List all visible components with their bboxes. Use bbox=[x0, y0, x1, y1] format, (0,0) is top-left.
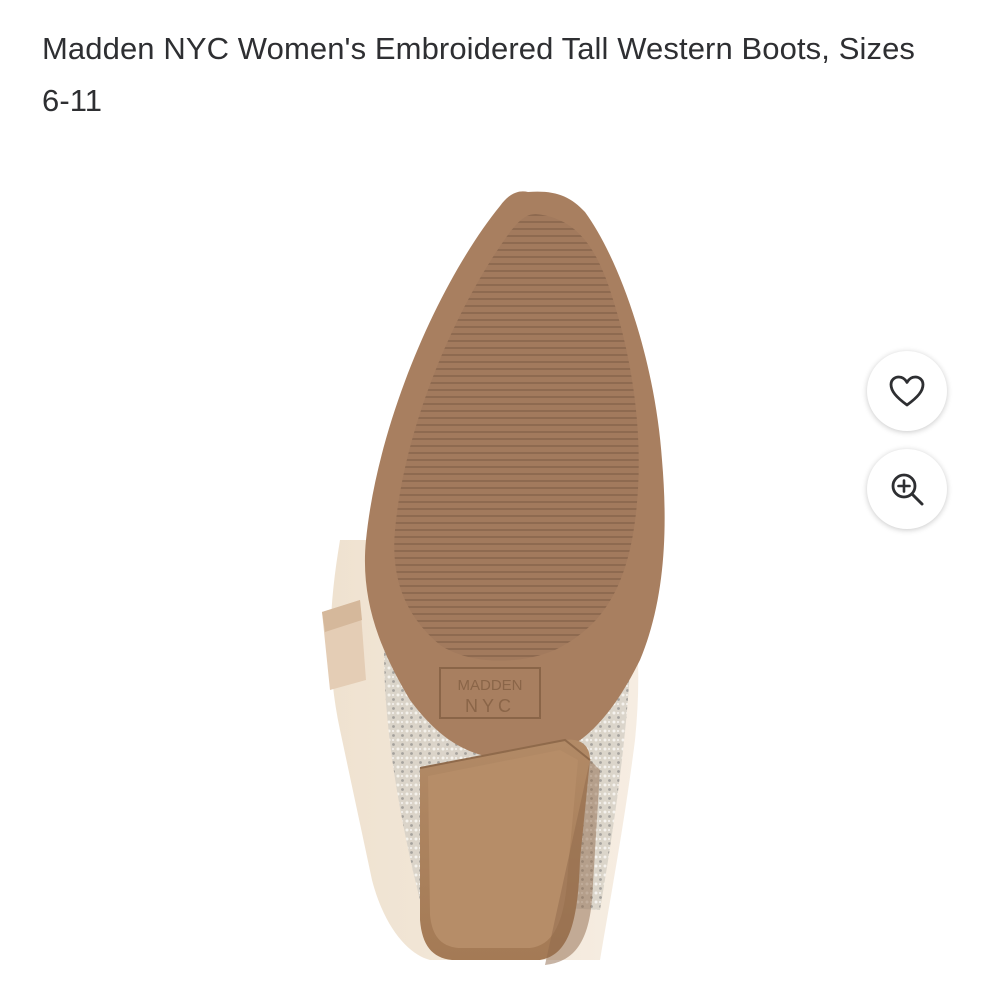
zoom-button[interactable] bbox=[867, 449, 947, 529]
zoom-in-icon bbox=[891, 473, 924, 506]
product-image-viewer[interactable]: MADDEN NYC bbox=[0, 120, 1000, 1000]
product-image: MADDEN NYC bbox=[322, 191, 665, 965]
svg-text:MADDEN: MADDEN bbox=[457, 677, 522, 694]
heart-outline-icon bbox=[889, 375, 925, 407]
svg-text:NYC: NYC bbox=[465, 696, 515, 716]
product-title: Madden NYC Women's Embroidered Tall West… bbox=[42, 30, 916, 118]
favorite-button[interactable] bbox=[867, 351, 947, 431]
